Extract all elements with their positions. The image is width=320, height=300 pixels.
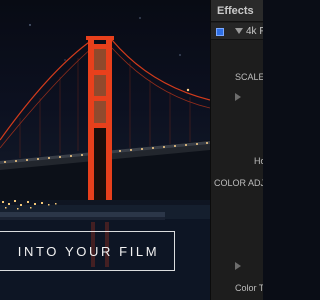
param-label-color-t: Color T (235, 283, 263, 293)
title-overlay-box: INTO YOUR FILM (0, 231, 175, 271)
effects-panel-title: Effects (217, 5, 254, 17)
effect-row[interactable]: 4k F (211, 23, 263, 40)
title-overlay-text: INTO YOUR FILM (17, 243, 160, 259)
effects-panel: Effects 4k F SCALE Ho COLOR ADJ Color T (210, 0, 263, 300)
effect-name: 4k F (246, 26, 263, 37)
effects-panel-header: Effects (211, 0, 263, 22)
video-preview: INTO YOUR FILM (0, 0, 210, 300)
param-label-color-adj: COLOR ADJ (214, 178, 263, 188)
param-label-scale: SCALE (235, 72, 263, 82)
effect-enable-checkbox[interactable] (216, 28, 224, 36)
disclosure-triangle-closed-icon[interactable] (235, 93, 241, 101)
param-label-ho: Ho (254, 156, 263, 166)
disclosure-triangle-open-icon[interactable] (235, 28, 243, 34)
disclosure-triangle-closed-icon[interactable] (235, 262, 241, 270)
